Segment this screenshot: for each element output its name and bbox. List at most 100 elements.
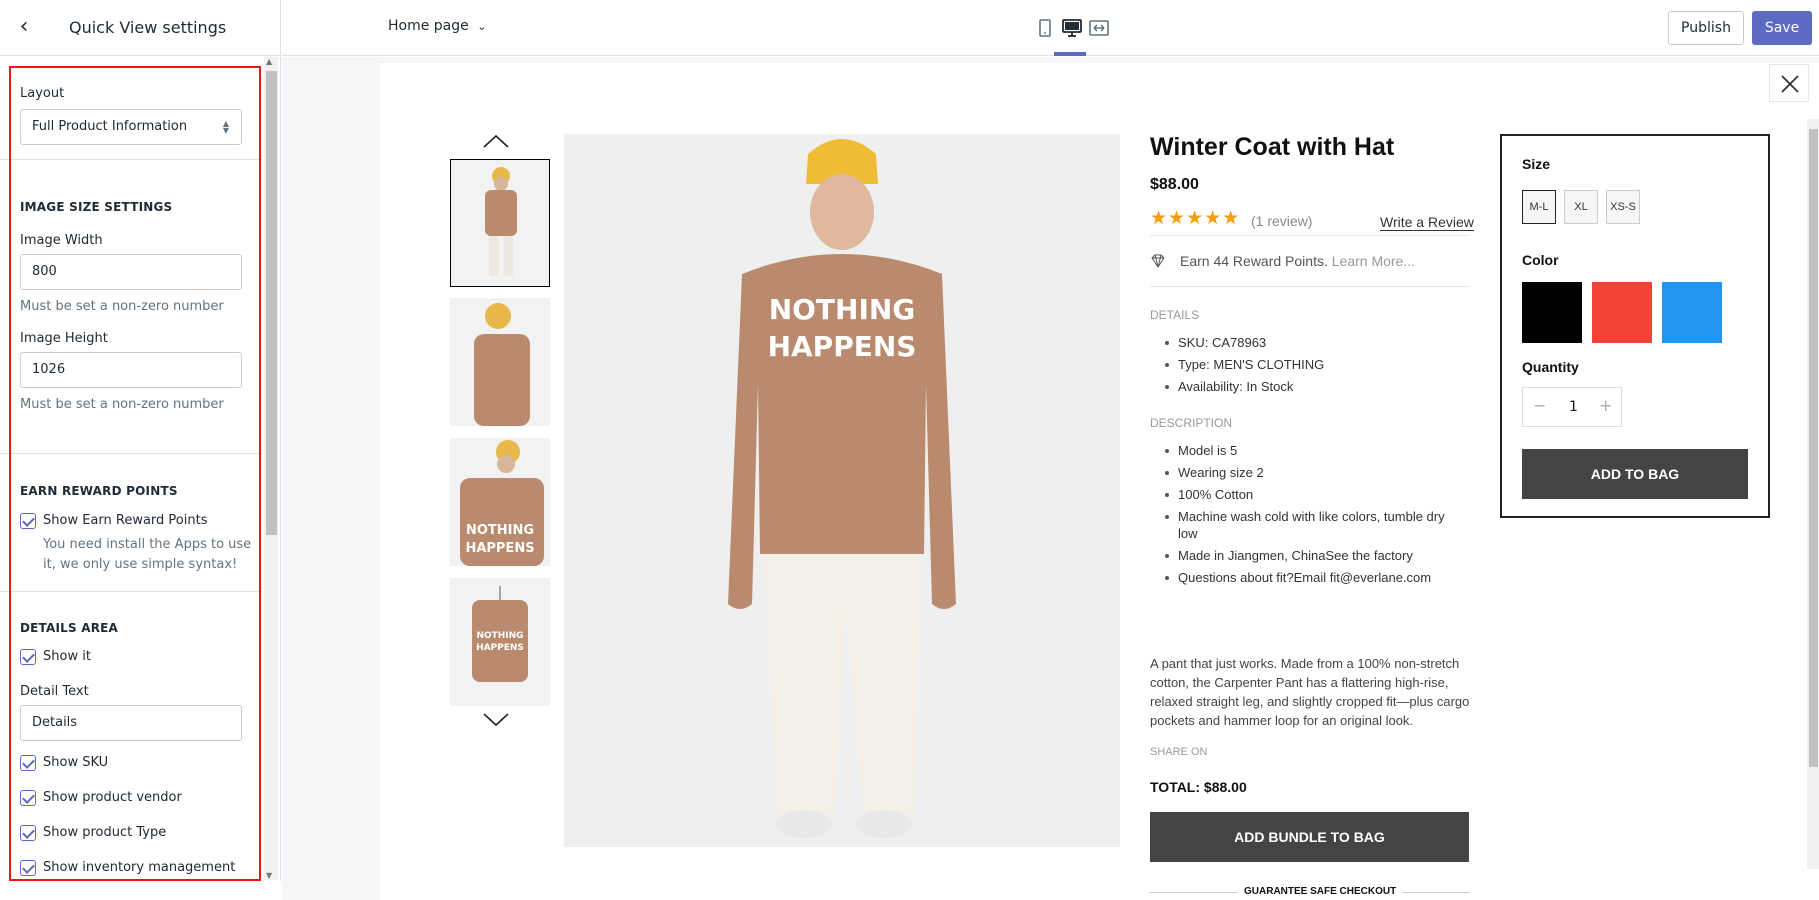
add-to-bag-button[interactable]: ADD TO BAG xyxy=(1522,449,1748,499)
reward-checkbox[interactable] xyxy=(20,513,36,529)
description-text: Machine wash cold with like colors, tumb… xyxy=(1178,509,1445,524)
reward-help-line2: it, we only use simple syntax! xyxy=(43,557,238,572)
add-bundle-button[interactable]: ADD BUNDLE TO BAG xyxy=(1150,812,1469,862)
reward-points-text: Earn 44 Reward Points. Learn More... xyxy=(1180,253,1415,269)
reward-help-line1: You need install the Apps to use xyxy=(43,537,252,552)
details-heading: DETAILS AREA xyxy=(20,621,119,635)
layout-select[interactable]: Full Product Information ▲ ▼ xyxy=(20,109,242,145)
thumbnail-3-text-2: HAPPENS xyxy=(465,541,534,556)
color-label: Color xyxy=(1522,252,1559,268)
close-icon[interactable] xyxy=(1769,64,1809,102)
sidebar-footer xyxy=(0,881,281,900)
modal-scrollbar[interactable] xyxy=(1807,119,1819,869)
show-vendor-label: Show product vendor xyxy=(43,790,182,805)
write-review-link[interactable]: Write a Review xyxy=(1380,214,1474,231)
description-item-continued: low xyxy=(1178,526,1198,541)
detail-item: Availability: In Stock xyxy=(1165,379,1294,394)
description-item: Model is 5 xyxy=(1165,443,1237,458)
show-it-checkbox[interactable] xyxy=(20,649,36,665)
purchase-box: Size M-L XL XS-S Color Quantity − 1 + AD… xyxy=(1500,134,1770,518)
description-item: Wearing size 2 xyxy=(1165,465,1264,480)
thumbnail-down-icon[interactable] xyxy=(482,712,510,728)
hoodie-print-line2: HAPPENS xyxy=(768,330,917,363)
description-text: Made in Jiangmen, ChinaSee the factory xyxy=(1178,548,1413,563)
page-selector[interactable]: Home page ⌄ xyxy=(388,18,486,34)
layout-section: Layout Full Product Information ▲ ▼ xyxy=(0,57,262,160)
description-paragraph: A pant that just works. Made from a 100%… xyxy=(1150,656,1470,728)
reward-section: EARN REWARD POINTS Show Earn Reward Poin… xyxy=(0,454,262,592)
description-item: Questions about fit?Email fit@everlane.c… xyxy=(1165,570,1432,585)
full-width-icon[interactable] xyxy=(1088,18,1110,38)
thumbnail-up-icon[interactable] xyxy=(482,133,510,149)
quantity-label: Quantity xyxy=(1522,359,1579,375)
sidebar-scroll-thumb[interactable] xyxy=(266,71,277,535)
scroll-down-icon[interactable]: ▼ xyxy=(266,871,272,880)
show-sku-label: Show SKU xyxy=(43,755,109,770)
color-swatch-red[interactable] xyxy=(1592,282,1652,343)
rating-stars: ★★★★★ xyxy=(1150,208,1241,229)
product-main-image[interactable]: NOTHING HAPPENS xyxy=(564,134,1120,847)
thumbnail-2[interactable] xyxy=(450,298,550,426)
layout-label: Layout xyxy=(20,86,65,101)
quantity-value[interactable]: 1 xyxy=(1569,399,1578,415)
thumbnail-4-text-2: HAPPENS xyxy=(476,643,524,653)
size-option[interactable]: M-L xyxy=(1522,190,1556,224)
size-option[interactable]: XS-S xyxy=(1606,190,1640,224)
save-button[interactable]: Save xyxy=(1752,11,1812,45)
plus-icon[interactable]: + xyxy=(1599,396,1612,415)
minus-icon[interactable]: − xyxy=(1533,396,1546,415)
preview-canvas: NOTHING HAPPENS NOTHING HAPPENS NOTHING HA… xyxy=(282,57,1819,900)
review-count: (1 review) xyxy=(1251,213,1313,229)
publish-button[interactable]: Publish xyxy=(1668,11,1744,45)
description-item: 100% Cotton xyxy=(1165,487,1253,502)
show-sku-checkbox[interactable] xyxy=(20,755,36,771)
sidebar-scrollbar[interactable]: ▲ ▼ xyxy=(264,57,278,880)
thumbnail-1[interactable] xyxy=(450,159,550,287)
settings-sidebar: ‹ Quick View settings Layout Full Produc… xyxy=(0,0,281,900)
color-swatch-blue[interactable] xyxy=(1662,282,1722,343)
guarantee-label: GUARANTEE SAFE CHECKOUT xyxy=(1238,886,1403,897)
image-size-heading: IMAGE SIZE SETTINGS xyxy=(20,200,173,214)
chevron-left-icon[interactable]: ‹ xyxy=(12,16,36,40)
description-item: Made in Jiangmen, ChinaSee the factory xyxy=(1165,548,1413,563)
mobile-icon[interactable] xyxy=(1034,18,1056,38)
thumbnail-4[interactable]: NOTHING HAPPENS xyxy=(450,578,550,706)
description-heading: DESCRIPTION xyxy=(1150,416,1233,430)
description-text: Wearing size 2 xyxy=(1178,465,1264,480)
sidebar-title: Quick View settings xyxy=(69,18,227,37)
show-vendor-checkbox[interactable] xyxy=(20,790,36,806)
detail-text: SKU: CA78963 xyxy=(1178,335,1267,350)
image-height-input[interactable]: 1026 xyxy=(20,352,242,388)
scroll-up-icon[interactable]: ▲ xyxy=(266,57,272,66)
show-type-checkbox[interactable] xyxy=(20,825,36,841)
thumbnail-3[interactable]: NOTHING HAPPENS xyxy=(450,438,550,566)
page-selector-label: Home page xyxy=(388,18,469,34)
color-swatch-black[interactable] xyxy=(1522,282,1582,343)
detail-item: Type: MEN'S CLOTHING xyxy=(1165,357,1324,372)
quick-view-modal: NOTHING HAPPENS NOTHING HAPPENS NOTHING HA… xyxy=(380,63,1819,900)
reward-learn-more-link[interactable]: Learn More... xyxy=(1332,253,1415,269)
show-type-label: Show product Type xyxy=(43,825,167,840)
product-price: $88.00 xyxy=(1150,176,1199,193)
device-active-indicator xyxy=(1054,52,1086,56)
divider xyxy=(1150,235,1469,236)
desktop-icon[interactable] xyxy=(1061,18,1083,38)
show-inventory-label: Show inventory management xyxy=(43,860,236,875)
size-option[interactable]: XL xyxy=(1564,190,1598,224)
detail-text: Availability: In Stock xyxy=(1178,379,1294,394)
chevron-down-icon: ⌄ xyxy=(477,20,487,33)
thumbnail-3-text-1: NOTHING xyxy=(466,523,534,538)
select-arrows-icon: ▲ ▼ xyxy=(222,119,229,135)
quantity-stepper[interactable]: − 1 + xyxy=(1522,387,1622,427)
modal-scroll-thumb[interactable] xyxy=(1809,129,1818,767)
image-width-input[interactable]: 800 xyxy=(20,254,242,290)
hoodie-print-line1: NOTHING xyxy=(769,293,916,326)
layout-select-value: Full Product Information xyxy=(32,119,188,134)
product-title: Winter Coat with Hat xyxy=(1150,133,1395,161)
image-height-label: Image Height xyxy=(20,331,108,346)
diamond-icon xyxy=(1151,254,1165,268)
show-inventory-checkbox[interactable] xyxy=(20,860,36,876)
sidebar-header: ‹ Quick View settings xyxy=(0,0,281,56)
detail-text-input[interactable]: Details xyxy=(20,705,242,741)
description-text: Questions about fit?Email fit@everlane.c… xyxy=(1178,570,1432,585)
